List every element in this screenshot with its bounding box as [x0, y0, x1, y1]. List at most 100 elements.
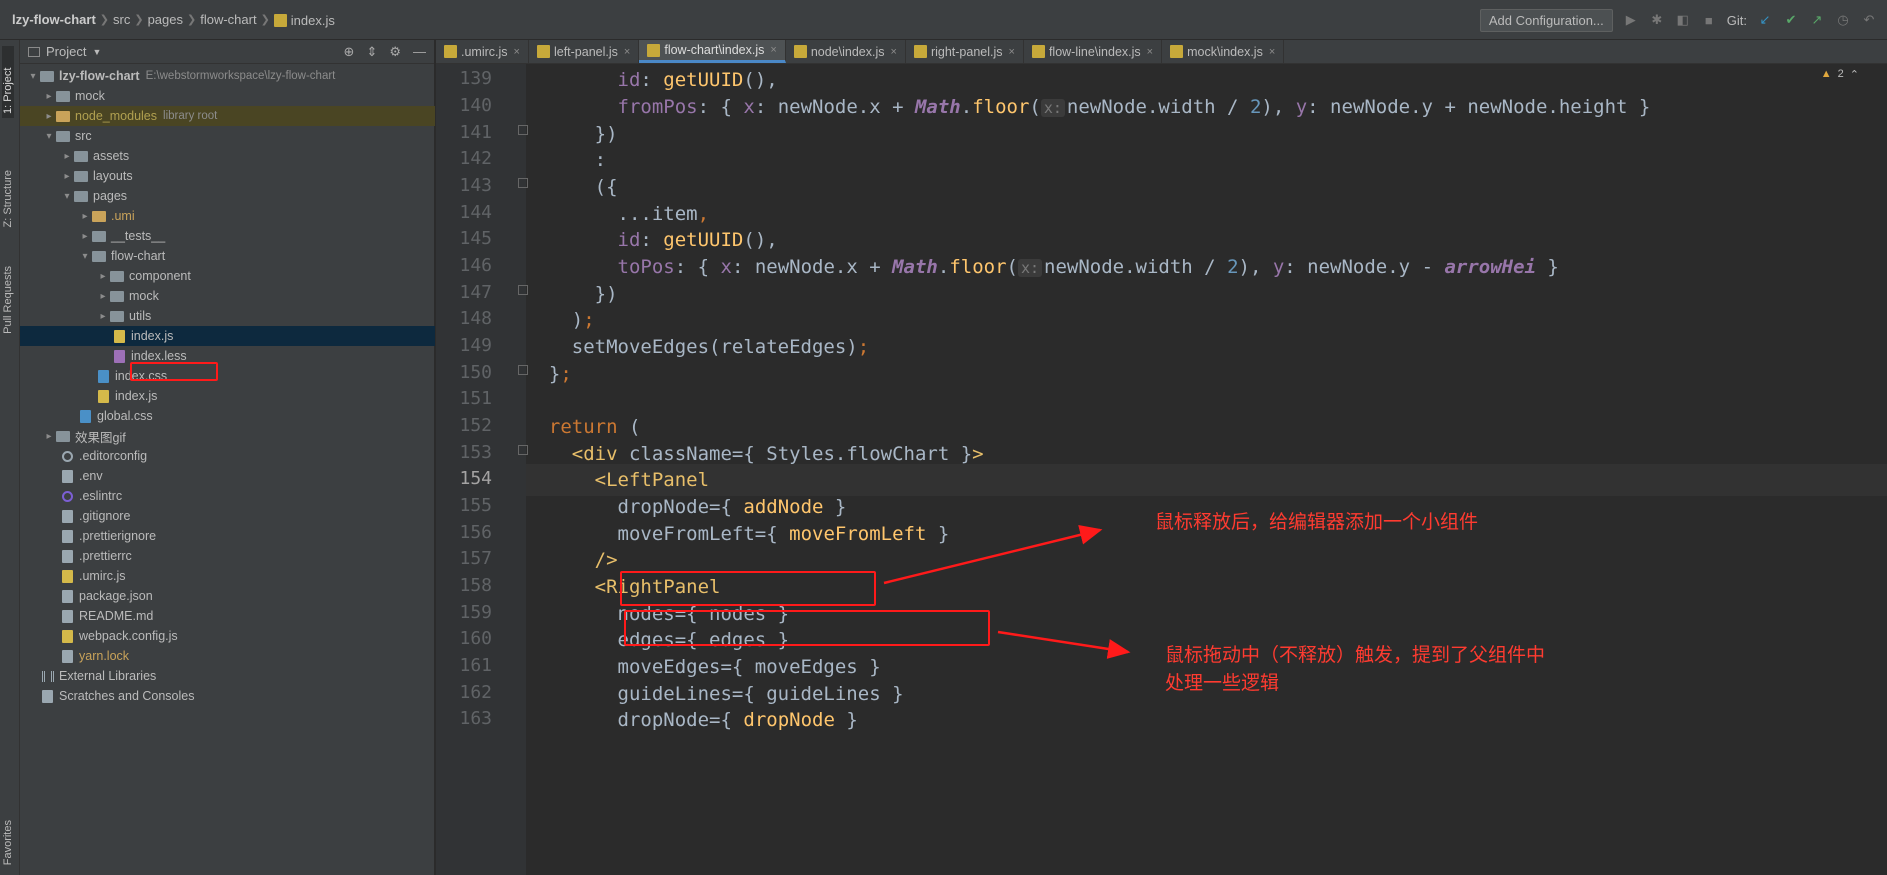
tab-right-panel[interactable]: right-panel.js ×: [906, 40, 1024, 63]
chevron-right-icon[interactable]: ▸: [42, 111, 56, 122]
tree-item-readme[interactable]: README.md: [20, 606, 435, 626]
minimize-icon[interactable]: —: [413, 44, 426, 60]
tool-tab-structure[interactable]: Z: Structure: [2, 170, 14, 227]
tree-item-index-less[interactable]: index.less: [20, 346, 435, 366]
tree-item-gitignore[interactable]: .gitignore: [20, 506, 435, 526]
tree-item-umi[interactable]: ▸ .umi: [20, 206, 435, 226]
tree-item-tests[interactable]: ▸ __tests__: [20, 226, 435, 246]
project-panel-tools: ⊕ ⇕ ⚙ —: [344, 44, 426, 60]
chevron-right-icon[interactable]: ▸: [78, 211, 92, 222]
chevron-down-icon[interactable]: ▾: [26, 71, 40, 82]
code-token: {: [720, 709, 744, 731]
tree-item-src[interactable]: ▾ src: [20, 126, 435, 146]
line-number: 141: [459, 122, 492, 143]
chevron-right-icon: ❯: [260, 14, 270, 26]
tree-item-assets[interactable]: ▸ assets: [20, 146, 435, 166]
close-icon[interactable]: ×: [770, 44, 776, 56]
add-configuration-button[interactable]: Add Configuration...: [1479, 8, 1613, 32]
code-token: (),: [743, 229, 778, 251]
chevron-right-icon[interactable]: ▸: [60, 171, 74, 182]
tree-item-yarn-lock[interactable]: yarn.lock: [20, 646, 435, 666]
chevron-down-icon[interactable]: ▼: [92, 47, 101, 57]
tab-left-panel[interactable]: left-panel.js ×: [529, 40, 640, 63]
breadcrumb-pages[interactable]: pages: [144, 12, 187, 27]
tree-item-prettierignore[interactable]: .prettierignore: [20, 526, 435, 546]
chevron-right-icon[interactable]: ▸: [96, 291, 110, 302]
chevron-right-icon[interactable]: ▸: [42, 91, 56, 102]
tab-flow-chart-index[interactable]: flow-chart\index.js ×: [639, 40, 786, 63]
tab-umirc[interactable]: .umirc.js ×: [436, 40, 529, 63]
chevron-down-icon[interactable]: ▾: [78, 251, 92, 262]
tree-item-node-modules[interactable]: ▸ node_modules library root: [20, 106, 435, 126]
tab-node-index[interactable]: node\index.js ×: [786, 40, 906, 63]
close-icon[interactable]: ×: [1147, 46, 1153, 58]
tree-item-editorconfig[interactable]: .editorconfig: [20, 446, 435, 466]
close-icon[interactable]: ×: [514, 46, 520, 58]
tree-item-env[interactable]: .env: [20, 466, 435, 486]
tool-tab-pull-requests[interactable]: Pull Requests: [2, 266, 14, 334]
chevron-down-icon[interactable]: ▾: [60, 191, 74, 202]
git-commit-icon[interactable]: ✔: [1783, 12, 1799, 28]
git-update-icon[interactable]: ↙: [1757, 12, 1773, 28]
tool-tab-project[interactable]: 1: Project: [2, 46, 14, 118]
tree-item-umirc[interactable]: .umirc.js: [20, 566, 435, 586]
tree-item-flow-chart[interactable]: ▾ flow-chart: [20, 246, 435, 266]
project-panel-title[interactable]: Project: [46, 44, 86, 59]
close-icon[interactable]: ×: [891, 46, 897, 58]
annotation-box-movefromleft: [624, 610, 990, 646]
tree-item-index-js-selected[interactable]: index.js: [20, 326, 435, 346]
tree-item-external-libraries[interactable]: External Libraries: [20, 666, 435, 686]
tree-item-pages-index-js[interactable]: index.js: [20, 386, 435, 406]
code-token: =: [709, 709, 721, 731]
chevron-right-icon[interactable]: ▸: [96, 311, 110, 322]
breadcrumb-flow-chart[interactable]: flow-chart: [196, 12, 260, 27]
tree-item-mock-sub[interactable]: ▸ mock: [20, 286, 435, 306]
close-icon[interactable]: ×: [624, 46, 630, 58]
line-number: 139: [459, 68, 492, 89]
tree-item-layouts[interactable]: ▸ layouts: [20, 166, 435, 186]
inspection-widget[interactable]: ▲ 2 ⌃: [1821, 68, 1859, 81]
tree-item-mock[interactable]: ▸ mock: [20, 86, 435, 106]
tree-item-component[interactable]: ▸ component: [20, 266, 435, 286]
code-token: : {: [697, 96, 744, 118]
chevron-right-icon[interactable]: ▸: [78, 231, 92, 242]
chevron-right-icon[interactable]: ▸: [60, 151, 74, 162]
tree-item-eslintrc[interactable]: .eslintrc: [20, 486, 435, 506]
tab-flow-line-index[interactable]: flow-line\index.js ×: [1024, 40, 1163, 63]
debug-icon[interactable]: ✱: [1649, 12, 1665, 28]
tree-item-label: src: [75, 129, 92, 143]
run-icon[interactable]: ▶: [1623, 12, 1639, 28]
code-area[interactable]: id: getUUID(), fromPos: { x: newNode.x +…: [526, 64, 1887, 875]
chevron-right-icon[interactable]: ▸: [42, 431, 56, 442]
tree-item-utils[interactable]: ▸ utils: [20, 306, 435, 326]
breadcrumb-file[interactable]: index.js: [270, 12, 339, 28]
tree-item-package-json[interactable]: package.json: [20, 586, 435, 606]
chevron-up-icon[interactable]: ⌃: [1850, 68, 1859, 81]
close-icon[interactable]: ×: [1269, 46, 1275, 58]
code-token: ;: [583, 309, 595, 331]
breadcrumb-project[interactable]: lzy-flow-chart: [8, 12, 100, 27]
tree-item-index-css[interactable]: index.css: [20, 366, 435, 386]
chevron-right-icon[interactable]: ▸: [96, 271, 110, 282]
git-push-icon[interactable]: ↗: [1809, 12, 1825, 28]
tool-tab-favorites[interactable]: Favorites: [2, 820, 14, 865]
tree-item-gif-folder[interactable]: ▸ 效果图gif: [20, 426, 435, 446]
tab-mock-index[interactable]: mock\index.js ×: [1162, 40, 1285, 63]
chevron-down-icon[interactable]: ▾: [42, 131, 56, 142]
line-number: 150: [459, 362, 492, 383]
stop-icon[interactable]: ■: [1701, 12, 1717, 28]
breadcrumb-src[interactable]: src: [109, 12, 134, 27]
history-icon[interactable]: ◷: [1835, 12, 1851, 28]
close-icon[interactable]: ×: [1009, 46, 1015, 58]
coverage-icon[interactable]: ◧: [1675, 12, 1691, 28]
tree-item-prettierrc[interactable]: .prettierrc: [20, 546, 435, 566]
tree-item-pages[interactable]: ▾ pages: [20, 186, 435, 206]
gear-icon[interactable]: ⚙: [389, 44, 401, 60]
tree-item-webpack-config[interactable]: webpack.config.js: [20, 626, 435, 646]
locate-icon[interactable]: ⊕: [344, 44, 355, 60]
tree-item-scratches[interactable]: Scratches and Consoles: [20, 686, 435, 706]
collapse-all-icon[interactable]: ⇕: [366, 44, 377, 60]
tree-item-root[interactable]: ▾ lzy-flow-chart E:\webstormworkspace\lzy-…: [20, 66, 435, 86]
rollback-icon[interactable]: ↶: [1861, 12, 1877, 28]
tree-item-global-css[interactable]: global.css: [20, 406, 435, 426]
